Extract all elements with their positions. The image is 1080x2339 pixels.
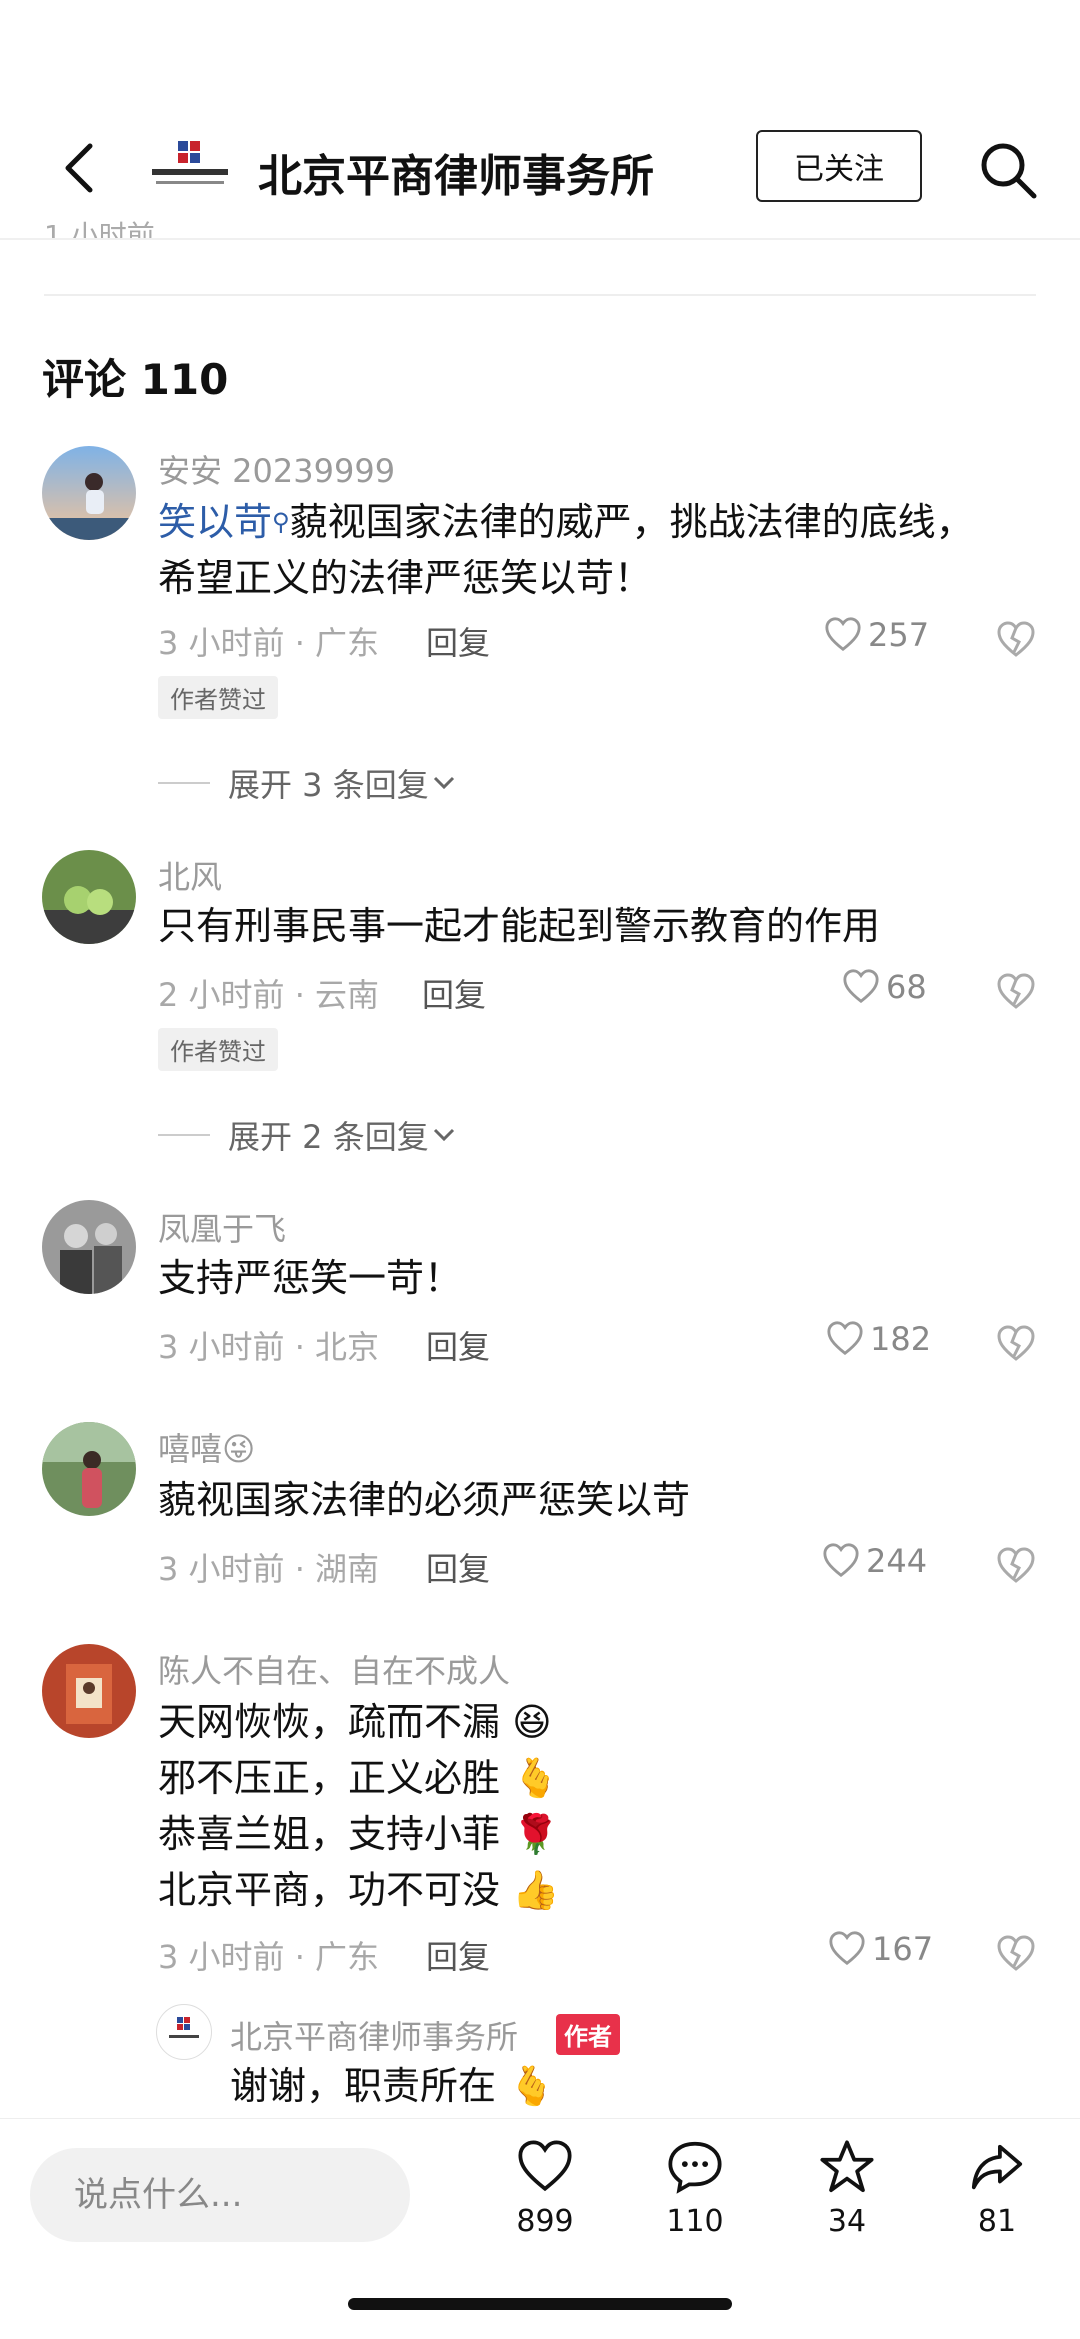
reply-button[interactable]: 回复 [426,1322,490,1368]
like-button[interactable]: 68 [842,968,927,1006]
like-button[interactable]: 257 [824,616,929,654]
reply-button[interactable]: 回复 [426,618,490,664]
expand-line [158,782,210,784]
like-count: 244 [866,1542,928,1580]
expand-line [158,1134,210,1136]
like-button[interactable]: 182 [826,1320,931,1358]
favorite-post-button[interactable]: 34 [802,2138,892,2239]
dislike-icon[interactable] [996,972,1036,1012]
dislike-icon[interactable] [996,620,1036,660]
comment-text: 希望正义的法律严惩笑以苛！ [158,556,653,600]
expand-replies-button[interactable]: 展开 2 条回复 [158,1112,459,1158]
chevron-left-icon [65,143,93,193]
reply-button[interactable]: 回复 [426,1932,490,1978]
comment-time-location: 3 小时前 · 北京 [158,1328,380,1366]
comment-text: 天网恢恢，疏而不漏 😆 [158,1700,552,1744]
like-post-button[interactable]: 899 [500,2138,590,2239]
dislike-icon[interactable] [996,1934,1036,1974]
author-tag: 作者 [556,2014,620,2055]
comment-username[interactable]: 陈人不自在、自在不成人 [158,1646,510,1692]
avatar[interactable] [42,1644,136,1738]
truncated-timestamp: 1 小时前 [44,219,155,240]
author-liked-badge: 作者赞过 [158,676,278,719]
reply-button[interactable]: 回复 [426,1544,490,1590]
dislike-icon[interactable] [996,1546,1036,1586]
author-reply-text: 谢谢，职责所在 🫰 [230,2064,556,2108]
comments-count-title: 评论 110 [42,355,229,404]
law-firm-logo[interactable] [144,135,236,195]
comment-username[interactable]: 安安 20239999 [158,446,395,492]
chevron-down-icon [433,776,454,790]
heart-icon [827,1321,863,1356]
comment-text: 藐视国家法律的威严，挑战法律的底线， [289,500,974,544]
page-title: 北京平商律师事务所 [258,151,654,202]
post-comment-count: 110 [666,2204,724,2239]
share-arrow-icon [971,2144,1023,2190]
heart-icon [518,2140,572,2192]
star-icon [820,2140,874,2193]
expand-replies-label: 展开 2 条回复 [228,1118,429,1156]
like-button[interactable]: 244 [822,1542,927,1580]
author-avatar[interactable] [156,2004,212,2060]
comment-post-button[interactable]: 110 [650,2138,740,2239]
like-button[interactable]: 167 [828,1930,933,1968]
comment-text-line: 笑以苛⚲藐视国家法律的威严，挑战法律的底线， [158,494,974,550]
author-liked-badge: 作者赞过 [158,1028,278,1071]
heart-icon [843,969,879,1004]
comment-text: 邪不压正，正义必胜 🫰 [158,1756,560,1800]
like-count: 257 [868,616,930,654]
comment-time-location: 3 小时前 · 广东 [158,1938,380,1976]
comment-text: 恭喜兰姐，支持小菲 🌹 [158,1812,560,1856]
comment-text: 支持严惩笑一苛！ [158,1256,463,1300]
mention-link[interactable]: 笑以苛 [158,500,272,544]
comment-text: 北京平商，功不可没 👍 [158,1868,560,1912]
back-button[interactable] [52,138,112,198]
comment-username[interactable]: 凤凰于飞 [158,1204,286,1250]
like-count: 167 [872,1930,934,1968]
top-bar: 北京平商律师事务所 已关注 [0,0,1080,240]
heart-icon [823,1543,859,1578]
header-divider [0,238,1080,240]
avatar[interactable] [42,1200,136,1294]
heart-icon [825,617,861,652]
like-count: 68 [886,968,927,1006]
comment-time-location: 3 小时前 · 湖南 [158,1550,380,1588]
home-indicator[interactable] [348,2298,732,2310]
mention-search-icon: ⚲ [272,508,290,536]
heart-icon [829,1931,865,1966]
post-favorite-count: 34 [827,2204,867,2239]
author-reply-username[interactable]: 北京平商律师事务所 [230,2012,518,2058]
post-share-count: 81 [977,2204,1017,2239]
post-like-count: 899 [516,2204,574,2239]
comment-time-location: 2 小时前 · 云南 [158,976,380,1014]
comment-text: 只有刑事民事一起才能起到警示教育的作用 [158,904,881,948]
avatar[interactable] [42,1422,136,1516]
like-count: 182 [870,1320,932,1358]
expand-replies-label: 展开 3 条回复 [228,766,429,804]
chat-bubble-icon [668,2141,722,2194]
comment-text: 藐视国家法律的必须严惩笑以苛 [158,1478,691,1522]
avatar[interactable] [42,446,136,540]
share-post-button[interactable]: 81 [952,2138,1042,2239]
comment-time-location: 3 小时前 · 广东 [158,624,380,662]
dislike-icon[interactable] [996,1324,1036,1364]
comment-input[interactable]: 说点什么... [30,2148,410,2242]
avatar[interactable] [42,850,136,944]
comment-username[interactable]: 嘻嘻😜 [158,1424,255,1470]
expand-replies-button[interactable]: 展开 3 条回复 [158,760,459,806]
follow-button[interactable]: 已关注 [756,130,922,202]
reply-button[interactable]: 回复 [422,970,486,1016]
comment-username[interactable]: 北风 [158,852,222,898]
chevron-down-icon [433,1128,454,1142]
section-divider [44,294,1036,296]
search-icon [981,143,1037,199]
search-button[interactable] [976,138,1040,202]
